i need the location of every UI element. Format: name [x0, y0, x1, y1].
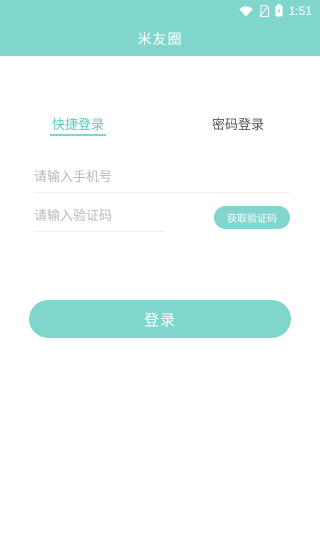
get-code-button[interactable]: 获取验证码	[214, 206, 290, 229]
tab-quick-login[interactable]: 快捷登录	[50, 114, 107, 136]
code-field	[34, 203, 164, 232]
active-tab-indicator	[50, 134, 107, 136]
status-icons: 1:51	[238, 0, 312, 22]
tab-quick-login-label: 快捷登录	[52, 118, 105, 133]
app-bar: 米友圈	[0, 22, 320, 56]
phone-field	[34, 164, 290, 193]
no-sim-icon	[259, 2, 269, 21]
login-button[interactable]: 登录	[29, 300, 291, 338]
login-tabs: 快捷登录 密码登录	[0, 114, 320, 144]
tab-password-login[interactable]: 密码登录	[212, 114, 264, 133]
app-title: 米友圈	[137, 32, 183, 48]
wifi-icon	[238, 2, 253, 21]
tab-password-login-label: 密码登录	[212, 118, 265, 133]
battery-icon	[275, 2, 283, 21]
status-time: 1:51	[288, 4, 312, 18]
login-screen: 1:51 米友圈 快捷登录 密码登录 获取验证码 登录	[0, 0, 320, 540]
verification-code-input[interactable]	[34, 203, 164, 229]
status-bar: 1:51	[0, 0, 320, 22]
phone-input[interactable]	[34, 164, 290, 190]
